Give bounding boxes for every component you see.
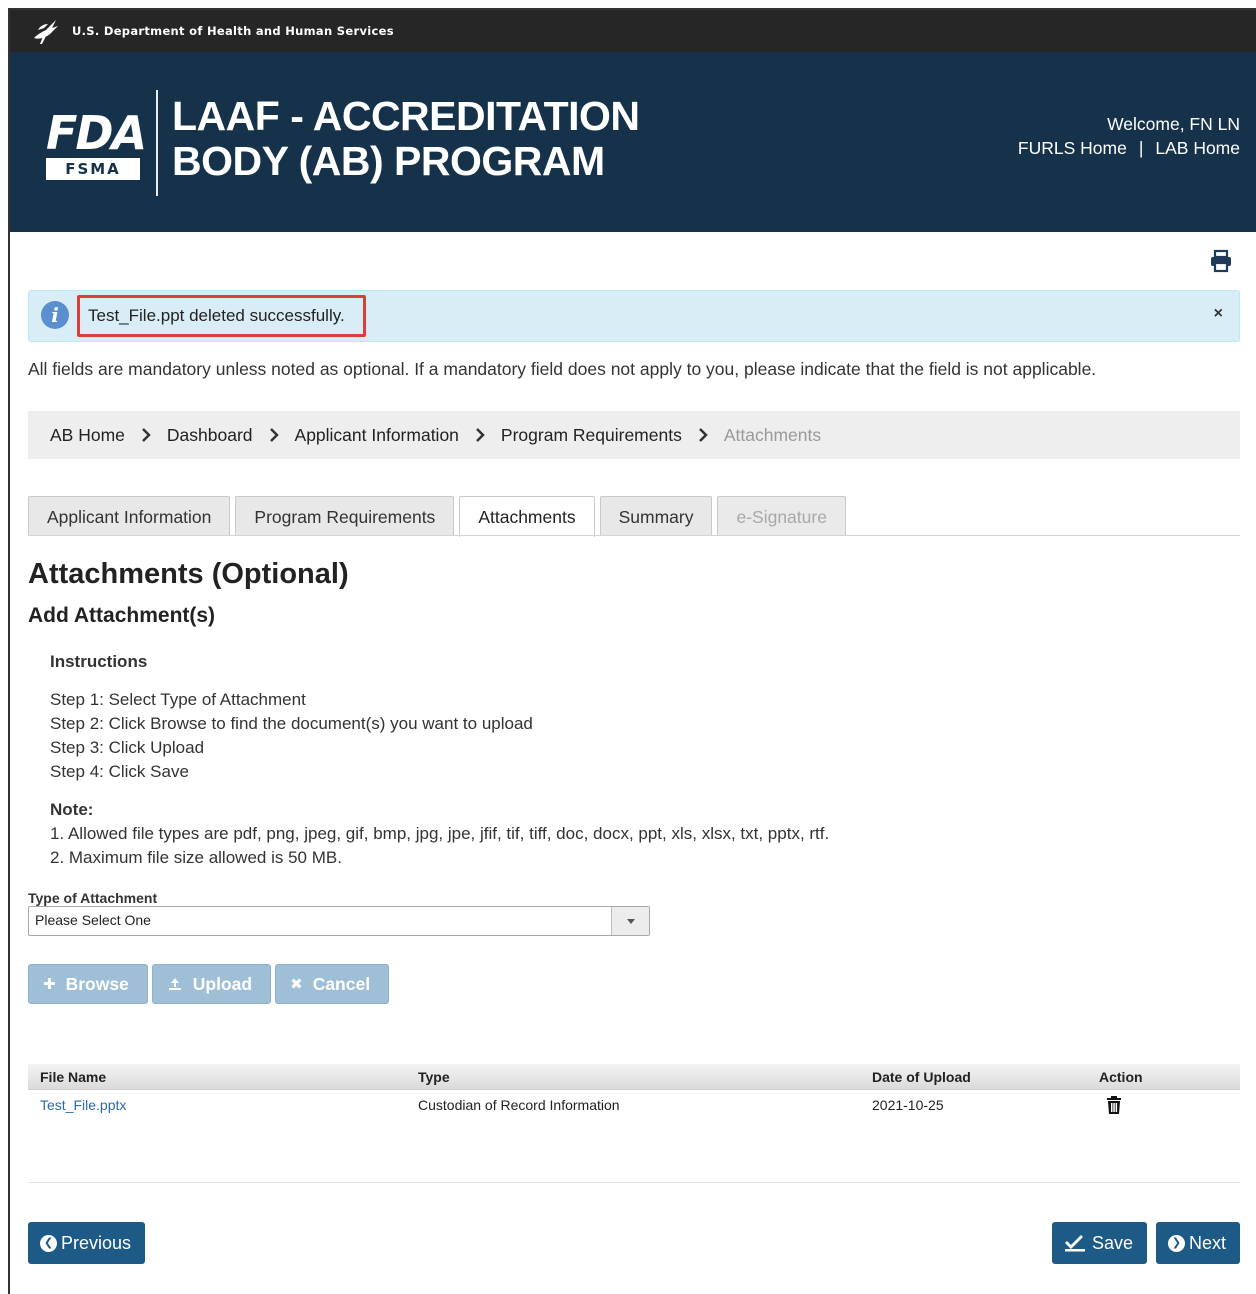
instruction-step: Step 1: Select Type of Attachment [50, 690, 306, 709]
trash-icon[interactable] [1105, 1095, 1123, 1115]
previous-button[interactable]: ❮ Previous [28, 1222, 146, 1264]
breadcrumb-attachments: Attachments [723, 424, 822, 445]
tab-e-signature: e-Signature [717, 496, 846, 536]
fda-fsma-logo: FDA FSMA [46, 106, 147, 180]
instruction-step: Step 4: Click Save [50, 762, 189, 781]
breadcrumb: AB Home Dashboard Applicant Information … [28, 411, 1240, 459]
chevron-right-icon [698, 428, 708, 442]
note-heading: Note: [50, 800, 94, 819]
attachments-table-header: File Name Type Date of Upload Action [28, 1064, 1240, 1090]
breadcrumb-dashboard[interactable]: Dashboard [167, 425, 253, 446]
header-links: FURLS Home | LAB Home [1018, 136, 1240, 160]
section-subtitle: Add Attachment(s) [28, 604, 216, 627]
print-icon[interactable] [1208, 248, 1234, 274]
fsma-logo-text: FSMA [46, 158, 140, 180]
column-header-file-name: File Name [40, 1069, 107, 1085]
column-header-date: Date of Upload [872, 1069, 971, 1085]
tab-program-requirements[interactable]: Program Requirements [235, 496, 455, 536]
note-item: 1. Allowed file types are pdf, png, jpeg… [50, 824, 830, 843]
program-title-line2: BODY (AB) PROGRAM [172, 138, 605, 184]
program-title-line1: LAAF - ACCREDITATION [172, 93, 640, 139]
header-link-separator: | [1138, 138, 1144, 158]
save-check-icon [1065, 1235, 1085, 1252]
fda-logo-text: FDA [46, 106, 147, 160]
browse-button[interactable]: ✚ Browse [28, 964, 148, 1004]
success-alert: i Test_File.ppt deleted successfully. × [28, 290, 1240, 342]
info-icon: i [41, 301, 69, 329]
plus-icon: ✚ [43, 976, 56, 993]
chevron-right-circle-icon: ❯ [1168, 1234, 1185, 1252]
upload-date-cell: 2021-10-25 [872, 1097, 944, 1113]
save-button-label: Save [1092, 1232, 1134, 1253]
instructions-heading: Instructions [50, 652, 148, 671]
close-icon: ✖ [290, 976, 303, 993]
column-header-type: Type [418, 1069, 450, 1085]
chevron-left-icon: ❮ [40, 1234, 57, 1252]
chevron-right-icon [142, 428, 151, 442]
chevron-right-icon [269, 428, 279, 442]
site-banner: FDA FSMA LAAF - ACCREDITATION BODY (AB) … [10, 52, 1256, 232]
dropdown-arrow-icon[interactable] [611, 907, 649, 935]
footer-divider [28, 1182, 1240, 1183]
instruction-step: Step 2: Click Browse to find the documen… [50, 714, 533, 733]
banner-divider [156, 90, 158, 196]
instructions-block: Instructions Step 1: Select Type of Atta… [50, 652, 829, 870]
next-button-label: Next [1189, 1232, 1227, 1253]
instruction-step: Step 3: Click Upload [50, 738, 205, 757]
hhs-eagle-icon [34, 20, 58, 44]
file-name-link[interactable]: Test_File.pptx [40, 1092, 126, 1118]
note-item: 2. Maximum file size allowed is 50 MB. [50, 848, 342, 867]
alert-message: Test_File.ppt deleted successfully. [77, 295, 366, 337]
chevron-right-icon [476, 428, 485, 442]
column-header-action: Action [1099, 1069, 1143, 1085]
attachment-type-label: Type of Attachment [28, 890, 158, 906]
alert-close-icon[interactable]: × [1214, 305, 1223, 323]
tab-summary[interactable]: Summary [599, 496, 713, 536]
file-type-cell: Custodian of Record Information [418, 1097, 620, 1113]
tab-attachments[interactable]: Attachments [459, 496, 595, 537]
upload-button[interactable]: Upload [151, 964, 272, 1004]
table-row: Test_File.pptx Custodian of Record Infor… [28, 1092, 1240, 1118]
hhs-bar: U.S. Department of Health and Human Serv… [10, 10, 1256, 52]
lab-home-link[interactable]: LAB Home [1155, 136, 1240, 160]
furls-home-link[interactable]: FURLS Home [1018, 136, 1127, 160]
page-frame: U.S. Department of Health and Human Serv… [8, 8, 1256, 1294]
mandatory-fields-note: All fields are mandatory unless noted as… [28, 359, 1097, 379]
agency-name: U.S. Department of Health and Human Serv… [72, 24, 394, 38]
breadcrumb-applicant-information[interactable]: Applicant Information [295, 425, 459, 446]
program-title: LAAF - ACCREDITATION BODY (AB) PROGRAM [172, 94, 640, 184]
previous-button-label: Previous [61, 1232, 132, 1253]
upload-button-label: Upload [192, 973, 253, 994]
attachment-type-selected-value: Please Select One [35, 912, 151, 928]
next-button[interactable]: ❯ Next [1156, 1222, 1241, 1264]
attachment-type-select[interactable]: Please Select One [28, 906, 650, 936]
welcome-text: Welcome, FN LN [1107, 114, 1240, 134]
user-welcome-area: Welcome, FN LN FURLS Home | LAB Home [1018, 112, 1240, 160]
breadcrumb-ab-home[interactable]: AB Home [50, 425, 125, 446]
page-title: Attachments (Optional) [28, 558, 349, 590]
upload-button-group: ✚ Browse Upload ✖ Cancel [28, 964, 390, 1004]
cancel-button-label: Cancel [312, 973, 371, 994]
tab-applicant-information[interactable]: Applicant Information [28, 496, 231, 536]
section-tabs: Applicant Information Program Requiremen… [28, 496, 846, 537]
breadcrumb-program-requirements[interactable]: Program Requirements [501, 425, 682, 446]
browse-button-label: Browse [65, 973, 129, 994]
tab-underline [28, 535, 1240, 536]
cancel-button[interactable]: ✖ Cancel [275, 964, 390, 1004]
upload-icon [168, 978, 181, 990]
save-button[interactable]: Save [1052, 1222, 1148, 1264]
